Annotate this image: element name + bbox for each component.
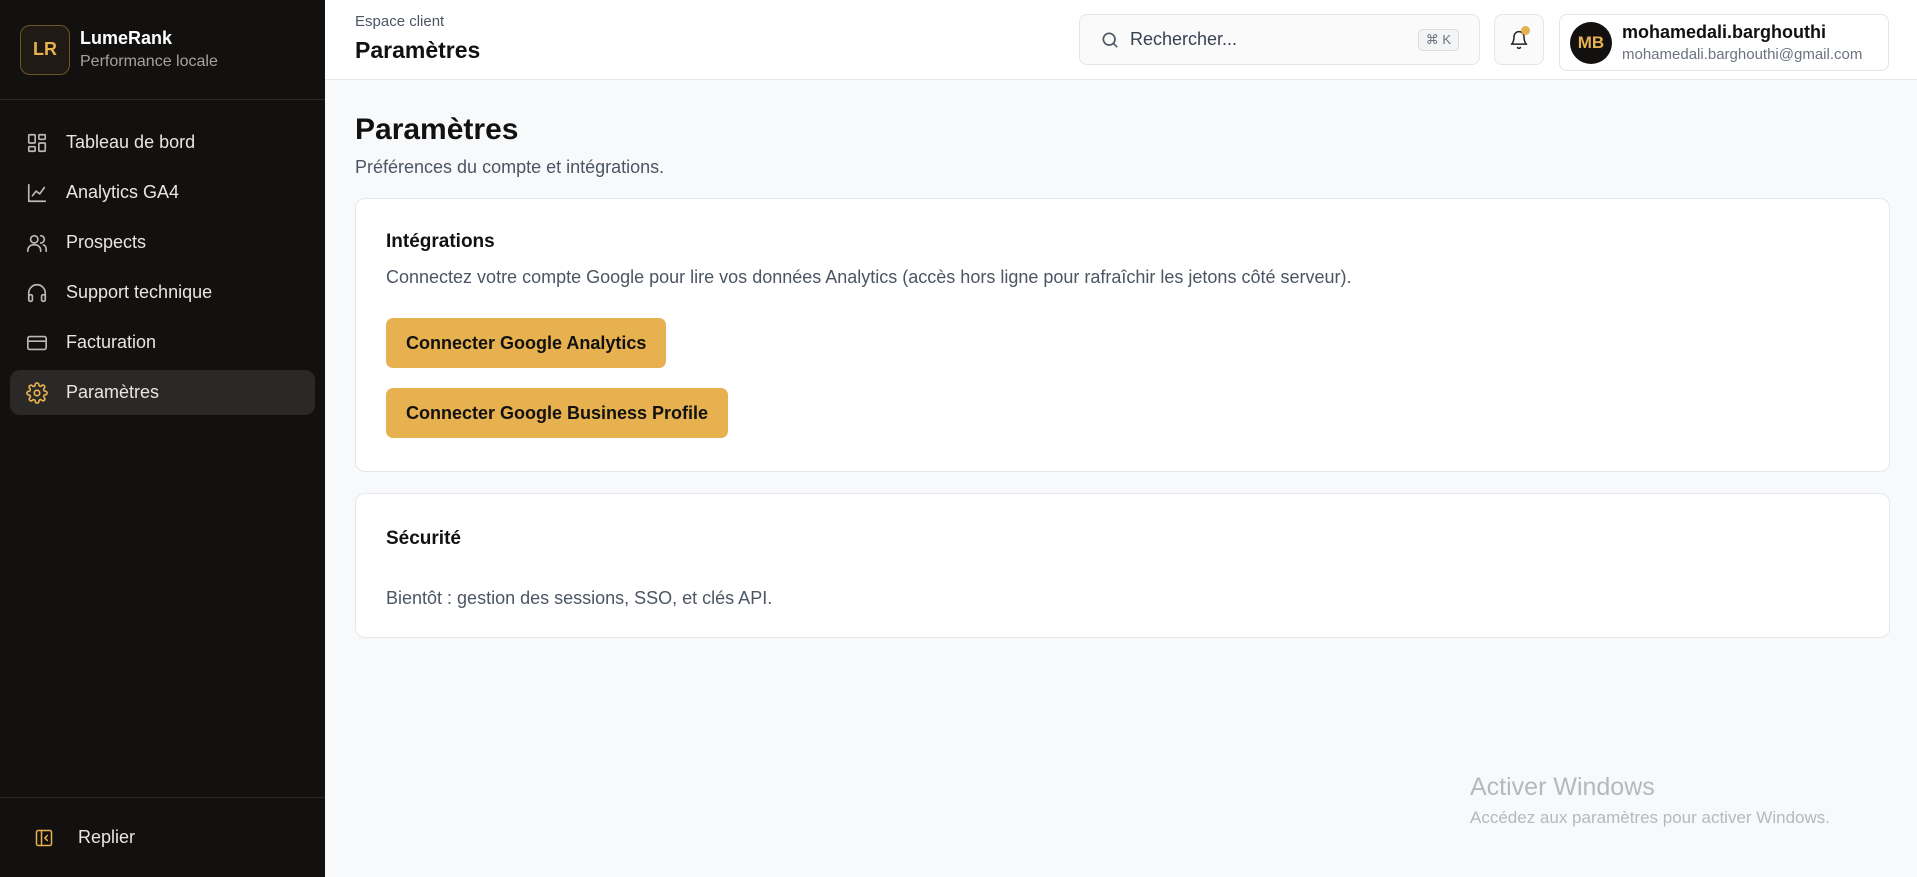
line-chart-icon	[25, 181, 49, 205]
search-input[interactable]: Rechercher... ⌘ K	[1079, 14, 1480, 65]
watermark-title: Activer Windows	[1470, 773, 1655, 801]
sidebar-item-billing[interactable]: Facturation	[10, 320, 315, 365]
sidebar-item-analytics[interactable]: Analytics GA4	[10, 170, 315, 215]
connect-google-business-profile-button[interactable]: Connecter Google Business Profile	[386, 388, 729, 438]
sidebar-item-settings[interactable]: Paramètres	[10, 370, 315, 415]
page-title: Paramètres	[355, 113, 519, 146]
sidebar-item-label: Support technique	[66, 282, 213, 302]
user-name: mohamedali.barghouthi	[1622, 22, 1827, 42]
windows-activation-watermark: Activer Windows Accédez aux paramètres p…	[1470, 773, 1830, 828]
breadcrumb[interactable]: Espace client	[355, 13, 444, 30]
sidebar: LR LumeRank Performance locale Tableau d…	[0, 0, 325, 877]
brand-subtitle: Performance locale	[80, 53, 218, 70]
headphones-icon	[25, 281, 49, 305]
topbar: Espace client Paramètres Rechercher... ⌘…	[325, 0, 1917, 80]
connect-google-analytics-button[interactable]: Connecter Google Analytics	[386, 318, 667, 368]
search-shortcut: ⌘ K	[1417, 28, 1459, 51]
collapse-label: Replier	[78, 827, 136, 847]
user-email: mohamedali.barghouthi@gmail.com	[1622, 46, 1863, 63]
avatar: MB	[1570, 21, 1612, 64]
integrations-title: Intégrations	[386, 231, 495, 252]
brand-name: LumeRank	[80, 28, 173, 48]
dashboard-icon	[25, 131, 49, 155]
panel-collapse-icon	[32, 826, 56, 850]
watermark-subtitle: Accédez aux paramètres pour activer Wind…	[1470, 808, 1830, 827]
sidebar-item-label: Facturation	[66, 332, 157, 352]
sidebar-item-dashboard[interactable]: Tableau de bord	[10, 120, 315, 165]
notifications-button[interactable]	[1494, 14, 1544, 65]
main-content: Paramètres Préférences du compte et inté…	[355, 80, 1890, 638]
integrations-description: Connectez votre compte Google pour lire …	[386, 267, 1352, 287]
sidebar-item-label: Tableau de bord	[66, 132, 196, 152]
sidebar-item-label: Paramètres	[66, 382, 160, 402]
search-icon	[1102, 32, 1118, 48]
integrations-card: Intégrations Connectez votre compte Goog…	[355, 198, 1890, 472]
sidebar-item-label: Prospects	[66, 232, 147, 252]
brand[interactable]: LR LumeRank Performance locale	[0, 0, 325, 100]
sidebar-item-prospects[interactable]: Prospects	[10, 220, 315, 265]
security-card: Sécurité Bientôt : gestion des sessions,…	[355, 493, 1890, 638]
security-title: Sécurité	[386, 528, 461, 549]
gear-icon	[25, 381, 49, 405]
header-title: Paramètres	[355, 37, 481, 63]
search-placeholder: Rechercher...	[1130, 29, 1238, 49]
sidebar-nav: Tableau de bord Analytics GA4 Prospects …	[0, 100, 325, 797]
user-menu[interactable]: MB mohamedali.barghouthi mohamedali.barg…	[1559, 14, 1889, 71]
sidebar-item-support[interactable]: Support technique	[10, 270, 315, 315]
credit-card-icon	[25, 331, 49, 355]
sidebar-item-label: Analytics GA4	[66, 182, 180, 202]
security-description: Bientôt : gestion des sessions, SSO, et …	[386, 588, 773, 608]
page-subtitle: Préférences du compte et intégrations.	[355, 157, 665, 177]
collapse-sidebar-button[interactable]: Replier	[0, 797, 325, 877]
notification-dot	[1521, 26, 1530, 35]
brand-logo: LR	[20, 24, 70, 75]
users-icon	[25, 231, 49, 255]
